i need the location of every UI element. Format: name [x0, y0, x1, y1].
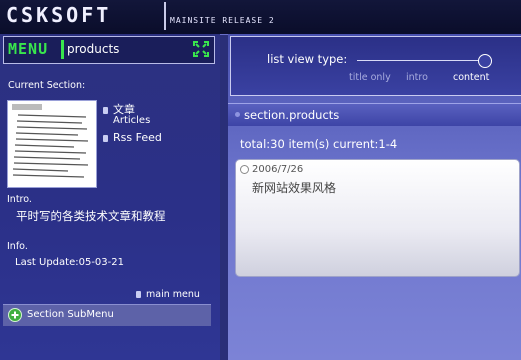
link-articles-sub: Articles: [113, 115, 151, 126]
main-menu-link[interactable]: main menu: [136, 289, 200, 300]
expand-icon[interactable]: [193, 41, 209, 57]
menu-current-value: products: [67, 42, 120, 56]
info-label: Info.: [7, 241, 28, 252]
site-logo[interactable]: CSKSOFT: [6, 3, 161, 27]
submenu-label: Section SubMenu: [27, 309, 114, 320]
logo-divider: [164, 2, 166, 30]
bullet-icon: [136, 291, 141, 298]
menu-box[interactable]: MENU products: [3, 36, 215, 64]
intro-label: Intro.: [7, 194, 32, 205]
bullet-icon: [103, 134, 108, 142]
current-section-label: Current Section:: [8, 80, 86, 91]
section-submenu-button[interactable]: Section SubMenu: [3, 304, 211, 326]
left-panel: MENU products Current Section: 文章 Articl…: [0, 34, 220, 360]
view-option-intro[interactable]: intro: [406, 72, 428, 83]
view-slider-knob[interactable]: [478, 54, 492, 68]
view-option-title-only[interactable]: title only: [349, 72, 391, 83]
view-type-label: list view type:: [267, 52, 348, 66]
plus-icon: [8, 308, 22, 322]
link-rss-feed[interactable]: Rss Feed: [103, 131, 162, 144]
link-rss-label: Rss Feed: [113, 131, 162, 144]
menu-label: MENU: [8, 40, 49, 58]
section-thumbnail: [7, 100, 97, 188]
menu-divider: [61, 40, 64, 59]
item-title[interactable]: 新网站效果风格: [252, 179, 336, 196]
site-header: CSKSOFT MAINSITE RELEASE 2: [0, 0, 521, 35]
intro-text: 平时写的各类技术文章和教程: [16, 209, 166, 223]
list-item[interactable]: 2006/7/26 新网站效果风格: [235, 159, 520, 277]
view-option-content[interactable]: content: [453, 72, 489, 83]
content-panel: list view type: title only intro content…: [228, 34, 521, 360]
section-header: section.products: [228, 103, 521, 126]
app-window: CSKSOFT MAINSITE RELEASE 2 MENU products…: [0, 0, 521, 360]
last-update: Last Update:05-03-21: [15, 257, 124, 268]
bullet-icon: [103, 106, 108, 114]
item-date: 2006/7/26: [252, 164, 304, 175]
main-menu-label: main menu: [146, 289, 200, 300]
section-title: section.products: [244, 108, 340, 122]
release-label: MAINSITE RELEASE 2: [170, 16, 275, 25]
section-dot-icon: [235, 112, 240, 117]
view-type-control: list view type: title only intro content: [230, 36, 521, 96]
view-slider-track[interactable]: [357, 60, 492, 61]
pagination-info: total:30 item(s) current:1-4: [240, 137, 398, 151]
item-bullet-icon: [240, 165, 249, 174]
